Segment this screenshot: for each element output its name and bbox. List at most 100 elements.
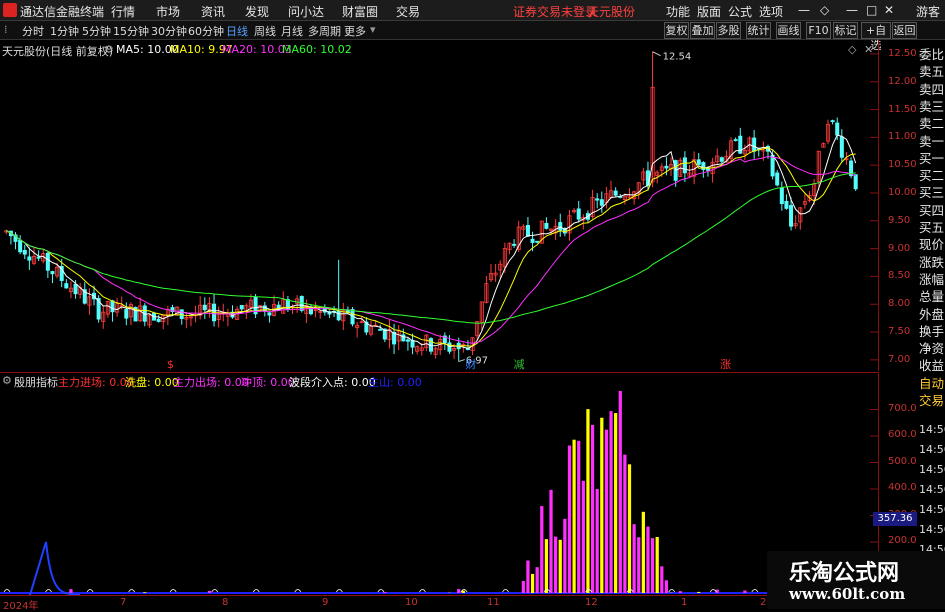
- quote-label[interactable]: 买四: [919, 200, 944, 219]
- menu-item-ask[interactable]: 问小达: [288, 3, 324, 20]
- multi-stock-button[interactable]: 多股: [716, 22, 741, 39]
- diamond-icon[interactable]: ◇: [848, 43, 856, 56]
- tab-1min[interactable]: 1分钟: [50, 23, 79, 39]
- candle-body: [836, 123, 839, 135]
- indicator-bar: [568, 446, 571, 593]
- x-tick: 11: [487, 597, 500, 608]
- f10-button[interactable]: F10: [806, 22, 831, 39]
- candle-body: [577, 209, 580, 219]
- quote-label[interactable]: 买五: [919, 217, 944, 236]
- x-tick: 2024年: [3, 597, 38, 612]
- back-button[interactable]: 返回: [892, 22, 917, 39]
- add-watchlist-button[interactable]: +自选: [861, 22, 891, 39]
- menu-item-wealth[interactable]: 财富圈: [342, 3, 378, 20]
- menu-item-trade[interactable]: 交易: [396, 3, 420, 20]
- indicator-bar: [582, 481, 585, 593]
- chevron-down-icon[interactable]: ▾: [370, 23, 376, 36]
- tab-monthly[interactable]: 月线: [281, 23, 303, 39]
- menu-item-discover[interactable]: 发现: [245, 3, 269, 20]
- menu-formula[interactable]: 公式: [728, 3, 752, 20]
- indicator-bar: [457, 589, 460, 593]
- candle-body: [545, 223, 548, 228]
- price-tick: 7.50: [888, 326, 910, 337]
- menu-layout[interactable]: 版面: [697, 3, 721, 20]
- candle-body: [157, 319, 160, 321]
- quote-label[interactable]: 净资: [919, 338, 944, 357]
- menu-item-quotes[interactable]: 行情: [111, 3, 135, 20]
- quote-label[interactable]: 买三: [919, 182, 944, 201]
- quote-label[interactable]: 买一: [919, 148, 944, 167]
- quote-label[interactable]: 交易: [919, 390, 944, 409]
- login-status[interactable]: 证券交易未登录: [513, 3, 597, 20]
- indicator-bar: [554, 537, 557, 593]
- guest-label[interactable]: 游客: [916, 3, 940, 20]
- candle-body: [614, 191, 617, 195]
- candle-body: [702, 163, 705, 170]
- title-bar: 通达信金融终端 行情 市场 资讯 发现 问小达 财富圈 交易 证券交易未登录 天…: [0, 0, 945, 21]
- menu-item-market[interactable]: 市场: [156, 3, 180, 20]
- quote-label[interactable]: 换手: [919, 321, 944, 340]
- draw-button[interactable]: 画线: [776, 22, 801, 39]
- overlay-button[interactable]: 叠加: [690, 22, 715, 39]
- indicator-chart[interactable]: [0, 373, 878, 595]
- quote-label[interactable]: 委比: [919, 44, 944, 63]
- candle-body: [734, 140, 737, 141]
- price-tick: 10.50: [888, 159, 917, 170]
- tab-weekly[interactable]: 周线: [254, 23, 276, 39]
- minimize-button[interactable]: —: [846, 3, 858, 17]
- candle-body: [180, 310, 183, 319]
- quote-label[interactable]: 现价: [919, 234, 944, 253]
- adjust-button[interactable]: 复权: [664, 22, 689, 39]
- kline-panel[interactable]: 12.546.97$财减涨: [0, 40, 879, 371]
- quote-label[interactable]: 涨幅: [919, 269, 944, 288]
- indicator-panel[interactable]: [0, 372, 879, 595]
- quote-label[interactable]: 卖五: [919, 61, 944, 80]
- entry-point-mark: [129, 590, 135, 593]
- tab-30min[interactable]: 30分钟: [151, 23, 187, 39]
- indicator-bar: [526, 560, 529, 593]
- legend-top: 冲顶: 0.00: [241, 374, 295, 390]
- quote-label[interactable]: 收益: [919, 355, 944, 374]
- mark-button[interactable]: 标记: [833, 22, 858, 39]
- settings-icon[interactable]: ⚙: [104, 43, 114, 56]
- quote-label[interactable]: 买二: [919, 165, 944, 184]
- entry-point-mark: [752, 590, 758, 593]
- menu-function[interactable]: 功能: [666, 3, 690, 20]
- stats-button[interactable]: 统计: [746, 22, 771, 39]
- tab-60min[interactable]: 60分钟: [188, 23, 224, 39]
- tab-multi[interactable]: 多周期: [308, 23, 341, 39]
- quote-label[interactable]: 自动: [919, 373, 944, 392]
- tab-15min[interactable]: 15分钟: [113, 23, 149, 39]
- indicator-bar: [632, 524, 635, 593]
- quote-label[interactable]: 外盘: [919, 304, 944, 323]
- quote-label[interactable]: 卖一: [919, 131, 944, 150]
- restore-icon[interactable]: ◇: [820, 3, 829, 17]
- close-button[interactable]: ✕: [884, 3, 894, 17]
- candle-body: [526, 225, 529, 236]
- indicator-bar: [637, 537, 640, 593]
- minimize-icon[interactable]: —: [798, 3, 810, 17]
- indicator-bar: [563, 519, 566, 593]
- candle-body: [512, 244, 515, 245]
- tab-more[interactable]: 更多: [344, 23, 366, 39]
- indicator-bar: [656, 537, 659, 593]
- candle-body: [379, 329, 382, 330]
- tab-5min[interactable]: 5分钟: [82, 23, 111, 39]
- menu-options[interactable]: 选项: [759, 3, 783, 20]
- quote-label[interactable]: 总量: [919, 286, 944, 305]
- indicator-settings-icon[interactable]: ⚙: [2, 374, 12, 387]
- tab-intraday[interactable]: 分时: [22, 23, 44, 39]
- quote-label[interactable]: 涨跌: [919, 252, 944, 271]
- watermark: 乐淘公式网 www.60lt.com: [767, 551, 945, 609]
- close-chart-icon[interactable]: ✕: [864, 43, 873, 56]
- maximize-button[interactable]: □: [866, 3, 877, 17]
- quote-label[interactable]: 卖二: [919, 113, 944, 132]
- quote-label[interactable]: 卖三: [919, 96, 944, 115]
- tick-time: 14:56: [919, 423, 945, 436]
- quote-label[interactable]: 卖四: [919, 79, 944, 98]
- tab-daily[interactable]: 日线: [226, 23, 248, 39]
- candle-body: [789, 205, 792, 226]
- kline-chart[interactable]: 12.546.97$财减涨: [0, 40, 878, 371]
- menu-item-news[interactable]: 资讯: [201, 3, 225, 20]
- indicator-bar: [545, 539, 548, 593]
